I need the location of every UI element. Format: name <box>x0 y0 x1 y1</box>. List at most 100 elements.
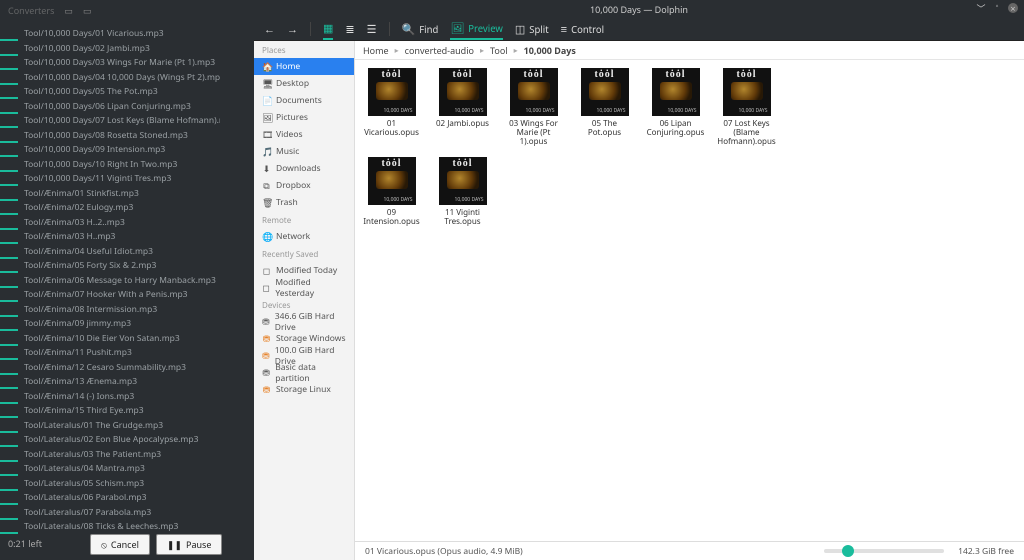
window-maximize-icon[interactable]: ˄ <box>992 3 1002 13</box>
sidebar-item-label: Music <box>276 146 299 157</box>
sidebar-item[interactable]: ⬇Downloads <box>254 160 354 177</box>
window-close-icon[interactable]: × <box>1008 3 1018 13</box>
breadcrumb-segment[interactable]: 10,000 Days <box>524 44 576 57</box>
sidebar-item[interactable]: 🗑Trash <box>254 194 354 211</box>
nav-forward-button[interactable]: → <box>287 22 298 37</box>
progress-bar <box>0 68 18 70</box>
window-title: 10,000 Days — Dolphin <box>590 3 688 16</box>
progress-bar <box>0 54 18 56</box>
cancel-icon: ⦸ <box>101 538 107 551</box>
encode-item-label: Tool/Ænima/12 Cesaro Summability.mp3 <box>24 362 186 373</box>
progress-bar <box>0 329 18 331</box>
encode-item-label: Tool/Ænima/02 Eulogy.mp3 <box>24 202 133 213</box>
breadcrumb-segment[interactable]: converted-audio <box>405 44 474 57</box>
encode-item: Tool/Ænima/11 Pushit.mp3 <box>0 347 220 362</box>
breadcrumb-segment[interactable]: Tool <box>490 44 508 57</box>
encode-item: Tool/Ænima/07 Hooker With a Penis.mp3 <box>0 289 220 304</box>
sidebar-item-label: Modified Yesterday <box>275 277 346 299</box>
sidebar-item[interactable]: 🖼 Pictures <box>254 109 354 126</box>
bg-app-title: Converters <box>8 4 54 17</box>
encode-item-label: Tool/Ænima/05 Forty Six & 2.mp3 <box>24 260 156 271</box>
sidebar-item[interactable]: ⛃Basic data partition <box>254 364 354 381</box>
file-item[interactable]: tȯȯl10,000 DAYS07 Lost Keys (Blame Hofma… <box>718 68 775 147</box>
breadcrumb-segment[interactable]: Home <box>363 44 389 57</box>
bg-tab-icon: ▭ <box>64 4 73 17</box>
sidebar-item-label: Modified Today <box>276 265 337 276</box>
sidebar-item[interactable]: 🌐 Network <box>254 228 354 245</box>
arrow-left-icon: ← <box>264 22 275 37</box>
file-item[interactable]: tȯȯl10,000 DAYS11 Viginti Tres.opus <box>434 157 491 226</box>
sidebar-item-label: Network <box>276 231 310 242</box>
progress-bar <box>0 199 18 201</box>
sidebar-item[interactable]: 🏠 Home <box>254 58 354 75</box>
progress-bar <box>0 518 18 520</box>
view-compact-button[interactable]: ≣ <box>345 22 354 37</box>
encode-item: Tool/Ænima/09 jimmy.mp3 <box>0 318 220 333</box>
encode-item-label: Tool/Ænima/10 Die Eier Von Satan.mp3 <box>24 333 180 344</box>
pause-button[interactable]: ❚❚Pause <box>156 534 223 555</box>
nav-back-button[interactable]: ← <box>264 22 275 37</box>
time-left-label: 0:21 left <box>8 537 42 550</box>
breadcrumb[interactable]: Home▸converted-audio▸Tool▸10,000 Days <box>355 41 1024 60</box>
view-icons-button[interactable]: ▦ <box>323 21 333 40</box>
sidebar-item[interactable]: 🎵Music <box>254 143 354 160</box>
sidebar-item[interactable]: ⧉Dropbox <box>254 177 354 194</box>
sidebar-item[interactable]: ⛃Storage Linux <box>254 381 354 398</box>
sidebar-item-icon: 🏠 <box>262 60 271 73</box>
sidebar-item-icon: 🌐 <box>262 230 271 243</box>
encode-item-label: Tool/Ænima/08 Intermission.mp3 <box>24 304 157 315</box>
encode-item-label: Tool/Lateralus/01 The Grudge.mp3 <box>24 420 163 431</box>
sidebar-item[interactable]: ⛃346.6 GiB Hard Drive <box>254 313 354 330</box>
progress-bar <box>0 170 18 172</box>
preview-button[interactable]: 🖼Preview <box>450 21 503 40</box>
sidebar-item[interactable]: ◻Modified Yesterday <box>254 279 354 296</box>
progress-bar <box>0 112 18 114</box>
file-item[interactable]: tȯȯl10,000 DAYS01 Vicarious.opus <box>363 68 420 147</box>
encode-item: Tool/Ænima/03 H..mp3 <box>0 231 220 246</box>
encode-item-label: Tool/Lateralus/03 The Patient.mp3 <box>24 449 161 460</box>
sidebar-item[interactable]: 📄Documents <box>254 92 354 109</box>
progress-bar <box>0 300 18 302</box>
encode-item-label: Tool/Ænima/13 Ænema.mp3 <box>24 376 137 387</box>
file-item[interactable]: tȯȯl10,000 DAYS06 Lipan Conjuring.opus <box>647 68 704 147</box>
sidebar-item-label: Home <box>276 61 300 72</box>
file-thumbnail: tȯȯl10,000 DAYS <box>510 68 558 116</box>
zoom-slider[interactable] <box>824 549 944 553</box>
zoom-slider-handle[interactable] <box>842 545 854 557</box>
file-item[interactable]: tȯȯl10,000 DAYS02 Jambi.opus <box>434 68 491 147</box>
progress-bar <box>0 97 18 99</box>
cancel-button[interactable]: ⦸Cancel <box>90 534 150 555</box>
control-button[interactable]: ≡Control <box>561 22 604 37</box>
file-item[interactable]: tȯȯl10,000 DAYS03 Wings For Marie (Pt 1)… <box>505 68 562 147</box>
progress-bar <box>0 315 18 317</box>
encode-item: Tool/10,000 Days/09 Intension.mp3 <box>0 144 220 159</box>
encode-item: Tool/10,000 Days/08 Rosetta Stoned.mp3 <box>0 130 220 145</box>
encode-item: Tool/10,000 Days/05 The Pot.mp3 <box>0 86 220 101</box>
progress-bar <box>0 402 18 404</box>
hamburger-icon: ≡ <box>561 22 567 37</box>
progress-bar <box>0 373 18 375</box>
file-label: 05 The Pot.opus <box>576 119 633 137</box>
sidebar-item[interactable]: 🖥Desktop <box>254 75 354 92</box>
sidebar-item-icon: 🖼 <box>262 111 271 124</box>
dolphin-titlebar[interactable]: 10,000 Days — Dolphin ﹀ ˄ × <box>254 0 1024 18</box>
window-minimize-icon[interactable]: ﹀ <box>976 3 986 13</box>
encode-item-label: Tool/Ænima/01 Stinkfist.mp3 <box>24 188 139 199</box>
encode-item-label: Tool/Lateralus/04 Mantra.mp3 <box>24 463 145 474</box>
view-details-button[interactable]: ☰ <box>367 22 377 37</box>
status-selected: 01 Vicarious.opus (Opus audio, 4.9 MiB) <box>365 546 523 557</box>
encode-item-label: Tool/Ænima/04 Useful Idiot.mp3 <box>24 246 153 257</box>
sidebar-item-label: Desktop <box>276 78 309 89</box>
file-item[interactable]: tȯȯl10,000 DAYS09 Intension.opus <box>363 157 420 226</box>
encode-item-label: Tool/Lateralus/02 Eon Blue Apocalypse.mp… <box>24 434 198 445</box>
sidebar-item-label: Videos <box>276 129 303 140</box>
find-button[interactable]: 🔍Find <box>402 22 439 37</box>
sidebar-item-icon: ◻ <box>262 264 271 277</box>
encode-item: Tool/Ænima/02 Eulogy.mp3 <box>0 202 220 217</box>
sidebar-item[interactable]: 🎞Videos <box>254 126 354 143</box>
sidebar-item-label: Pictures <box>276 112 308 123</box>
encode-item: Tool/Ænima/08 Intermission.mp3 <box>0 304 220 319</box>
file-grid[interactable]: tȯȯl10,000 DAYS01 Vicarious.opustȯȯl10,0… <box>355 60 1024 541</box>
split-button[interactable]: ◫Split <box>515 22 549 37</box>
file-item[interactable]: tȯȯl10,000 DAYS05 The Pot.opus <box>576 68 633 147</box>
